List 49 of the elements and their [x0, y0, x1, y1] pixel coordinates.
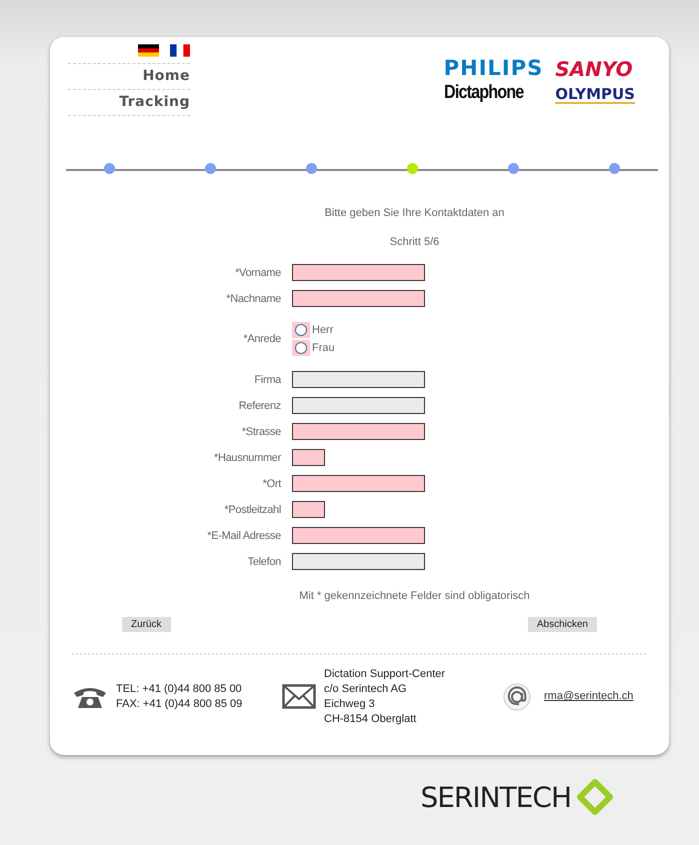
brand-logo: OLYMPUS [555, 87, 635, 104]
input-field[interactable] [292, 371, 425, 388]
radio-button[interactable] [295, 342, 307, 354]
address-line: c/o Serintech AG [324, 682, 408, 697]
field-label: Referenz [238, 400, 281, 412]
address-line: Eichweg 3 [324, 696, 376, 712]
field-label: *Postleitzahl [223, 504, 281, 516]
input-field[interactable] [292, 553, 425, 570]
email-link[interactable]: rma@serintech.ch [544, 689, 634, 704]
input-field[interactable] [292, 290, 425, 307]
input-field[interactable] [292, 397, 425, 414]
form-button[interactable]: Zurück [122, 617, 171, 632]
input-field[interactable] [292, 449, 325, 466]
input-field[interactable] [292, 264, 425, 281]
address-line: CH-8154 Oberglatt [324, 712, 418, 726]
field-label: Firma [253, 374, 281, 386]
brand-logo: SANYO [555, 59, 634, 79]
radio-label: Frau [312, 342, 335, 354]
phone-number: TEL: +41 (0)44 800 85 00 [116, 682, 242, 697]
field-label: *Ort [262, 478, 281, 490]
nav-link[interactable]: Tracking [119, 94, 190, 110]
field-label: *Anrede [242, 333, 281, 345]
at-sign-icon [503, 682, 531, 711]
radio-label: Herr [312, 324, 334, 336]
form-title: Bitte geben Sie Ihre Kontaktdaten an [324, 207, 504, 219]
field-label: *E-Mail Adresse [206, 530, 281, 542]
field-label: *Strasse [240, 426, 281, 438]
envelope-icon [282, 684, 316, 710]
brand-logo: PHILIPS [444, 58, 544, 79]
brand-logo: Dictaphone [444, 83, 525, 104]
address-line: Dictation Support-Center [324, 667, 446, 682]
note-text: Mit * gekennzeichnete Felder sind obligatorisch [299, 590, 530, 602]
field-label: *Vorname [234, 266, 281, 278]
ring-logo-icon [577, 779, 613, 815]
german-flag-icon[interactable] [138, 44, 159, 57]
field-label: *Nachname [225, 292, 281, 304]
input-field[interactable] [292, 423, 425, 440]
company-logo: SERINTECH [420, 780, 571, 814]
french-flag-icon[interactable] [170, 44, 190, 57]
input-field[interactable] [292, 527, 425, 544]
radio-button[interactable] [295, 324, 307, 336]
field-label: Telefon [246, 556, 281, 568]
field-label: *Hausnummer [212, 452, 281, 464]
phone-number: FAX: +41 (0)44 800 85 09 [116, 696, 242, 712]
step-label: Schritt 5/6 [390, 236, 440, 248]
input-field[interactable] [292, 501, 325, 518]
input-field[interactable] [292, 475, 425, 492]
nav-link[interactable]: Home [142, 68, 190, 84]
form-button[interactable]: Abschicken [528, 617, 597, 632]
